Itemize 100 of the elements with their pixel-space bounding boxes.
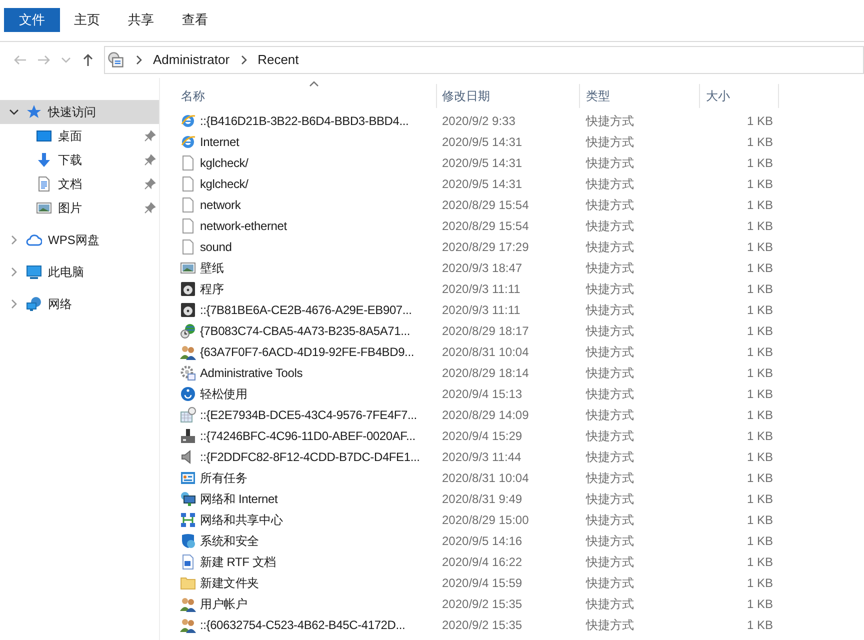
file-name: ::{E2E7934B-DCE5-43C4-9576-7FE4F7... — [200, 406, 417, 424]
file-size: 1 KB — [746, 238, 774, 256]
file-row[interactable]: 网络和共享中心 2020/8/29 15:00 快捷方式 1 KB — [174, 509, 864, 530]
file-row[interactable]: 轻松使用 2020/9/4 15:13 快捷方式 1 KB — [174, 383, 864, 404]
modified-date: 2020/8/29 14:09 — [441, 406, 530, 424]
network-monitor-icon — [180, 490, 196, 506]
file-name: sound — [200, 238, 232, 256]
pin-icon[interactable] — [144, 154, 156, 166]
file-row[interactable]: ::{E2E7934B-DCE5-43C4-9576-7FE4F7... 2020/8/29 14:09 快捷方式 1 KB — [174, 404, 864, 425]
modified-date: 2020/9/4 16:22 — [441, 554, 524, 570]
file-row[interactable]: 所有任务 2020/8/31 10:04 快捷方式 1 KB — [174, 467, 864, 488]
nav-item[interactable]: 文档 — [0, 172, 159, 196]
file-type: 快捷方式 — [584, 302, 635, 318]
file-icon — [180, 196, 196, 212]
modified-date: 2020/8/29 18:14 — [441, 364, 530, 382]
file-size: 1 KB — [746, 322, 774, 340]
file-type: 快捷方式 — [584, 554, 635, 570]
nav-item[interactable]: 快速访问 — [0, 100, 159, 124]
file-row[interactable]: ::{60632754-C523-4B62-B45C-4172D... 2020/9/2 15:35 快捷方式 1 KB — [174, 614, 864, 635]
nav-item[interactable]: 网络 — [0, 292, 159, 316]
nav-item-label: WPS网盘 — [48, 232, 100, 249]
file-type: 快捷方式 — [584, 616, 635, 634]
file-row[interactable]: ::{F2DDFC82-8F12-4CDD-B7DC-D4FE1... 2020/9/3 11:44 快捷方式 1 KB — [174, 446, 864, 467]
column-header[interactable]: 名称 — [174, 84, 437, 108]
file-size: 1 KB — [746, 364, 774, 382]
file-size: 1 KB — [746, 596, 774, 612]
network-grid-icon — [180, 512, 196, 528]
modified-date: 2020/8/29 15:54 — [441, 218, 530, 234]
file-name: kglcheck/ — [200, 176, 248, 192]
column-header[interactable]: 修改日期 — [437, 84, 580, 108]
nav-item[interactable]: 下载 — [0, 148, 159, 172]
nav-item[interactable]: 桌面 — [0, 124, 159, 148]
gear-icon — [180, 364, 196, 380]
file-row[interactable]: kglcheck/ 2020/9/5 14:31 快捷方式 1 KB — [174, 152, 864, 173]
file-name: 所有任务 — [200, 470, 248, 486]
breadcrumb-item[interactable]: Administrator — [153, 50, 230, 70]
file-icon — [180, 176, 196, 192]
modified-date: 2020/9/4 15:13 — [441, 386, 524, 402]
file-size: 1 KB — [746, 218, 774, 234]
file-row[interactable]: {7B083C74-CBA5-4A73-B235-8A5A71... 2020/8/29 18:17 快捷方式 1 KB — [174, 320, 864, 341]
file-row[interactable]: 壁纸 2020/9/3 18:47 快捷方式 1 KB — [174, 257, 864, 278]
file-row[interactable]: network-ethernet 2020/8/29 15:54 快捷方式 1 KB — [174, 215, 864, 236]
file-size: 1 KB — [746, 512, 774, 528]
accessibility-icon — [180, 386, 196, 402]
shield-icon — [180, 532, 196, 548]
ribbon-tab[interactable]: 文件 — [4, 8, 60, 32]
pin-icon[interactable] — [144, 130, 156, 142]
address-bar[interactable]: Administrator Recent — [104, 46, 864, 74]
file-row[interactable]: 程序 2020/9/3 11:11 快捷方式 1 KB — [174, 278, 864, 299]
file-type: 快捷方式 — [584, 596, 635, 612]
file-row[interactable]: 网络和 Internet 2020/8/31 9:49 快捷方式 1 KB — [174, 488, 864, 509]
file-row[interactable]: Administrative Tools 2020/8/29 18:14 快捷方式 1 KB — [174, 362, 864, 383]
file-row[interactable]: network 2020/8/29 15:54 快捷方式 1 KB — [174, 194, 864, 215]
disc-drive-icon — [180, 280, 196, 296]
file-row[interactable]: 新建 RTF 文档 2020/9/4 16:22 快捷方式 1 KB — [174, 551, 864, 572]
file-row[interactable]: kglcheck/ 2020/9/5 14:31 快捷方式 1 KB — [174, 173, 864, 194]
file-type: 快捷方式 — [584, 532, 635, 550]
file-name: 新建文件夹 — [200, 574, 260, 592]
nav-item[interactable]: WPS网盘 — [0, 228, 159, 252]
file-type: 快捷方式 — [584, 196, 635, 214]
modified-date: 2020/9/5 14:31 — [441, 134, 524, 150]
network-icon — [26, 296, 42, 312]
nav-item-label: 图片 — [58, 200, 83, 217]
column-header[interactable]: 大小 — [700, 84, 779, 108]
file-type: 快捷方式 — [584, 154, 635, 172]
modified-date: 2020/9/3 11:11 — [441, 280, 522, 298]
file-size: 1 KB — [746, 490, 774, 508]
ribbon-tab[interactable]: 查看 — [168, 8, 222, 32]
modified-date: 2020/9/3 18:47 — [441, 260, 524, 276]
file-row[interactable]: ::{B416D21B-3B22-B6D4-BBD3-BBD4... 2020/9/2 9:33 快捷方式 1 KB — [174, 110, 864, 131]
file-name: 网络和共享中心 — [200, 512, 283, 528]
column-header[interactable]: 类型 — [580, 84, 700, 108]
file-row[interactable]: sound 2020/8/29 17:29 快捷方式 1 KB — [174, 236, 864, 257]
file-row[interactable]: ::{74246BFC-4C96-11D0-ABEF-0020AF... 2020/9/4 15:29 快捷方式 1 KB — [174, 425, 864, 446]
users-icon — [180, 596, 196, 612]
nav-item-label: 桌面 — [58, 128, 83, 145]
file-size: 1 KB — [746, 302, 774, 318]
file-row[interactable]: 系统和安全 2020/9/5 14:16 快捷方式 1 KB — [174, 530, 864, 551]
breadcrumb-item[interactable]: Recent — [258, 50, 299, 70]
file-row[interactable]: 新建文件夹 2020/9/4 15:59 快捷方式 1 KB — [174, 572, 864, 593]
file-name: ::{7B81BE6A-CE2B-4676-A29E-EB907... — [200, 302, 412, 318]
cloud-icon — [26, 232, 42, 248]
ribbon-tab[interactable]: 主页 — [60, 8, 114, 32]
file-row[interactable]: ::{7B81BE6A-CE2B-4676-A29E-EB907... 2020/9/3 11:11 快捷方式 1 KB — [174, 299, 864, 320]
modified-date: 2020/8/31 9:49 — [441, 490, 524, 508]
file-type: 快捷方式 — [584, 238, 635, 256]
nav-item[interactable]: 此电脑 — [0, 260, 159, 284]
computer-icon — [26, 264, 42, 280]
file-name: 新建 RTF 文档 — [200, 554, 276, 570]
ribbon-tab[interactable]: 共享 — [114, 8, 168, 32]
file-row[interactable]: 用户帐户 2020/9/2 15:35 快捷方式 1 KB — [174, 593, 864, 614]
pin-icon[interactable] — [144, 178, 156, 190]
nav-item-label: 网络 — [48, 296, 72, 313]
pin-icon[interactable] — [144, 202, 156, 214]
file-size: 1 KB — [746, 554, 774, 570]
file-type: 快捷方式 — [584, 448, 635, 466]
file-row[interactable]: Internet 2020/9/5 14:31 快捷方式 1 KB — [174, 131, 864, 152]
file-row[interactable]: {63A7F0F7-6ACD-4D19-92FE-FB4BD9... 2020/8/31 10:04 快捷方式 1 KB — [174, 341, 864, 362]
control-panel-icon — [180, 470, 196, 486]
nav-item[interactable]: 图片 — [0, 196, 159, 220]
